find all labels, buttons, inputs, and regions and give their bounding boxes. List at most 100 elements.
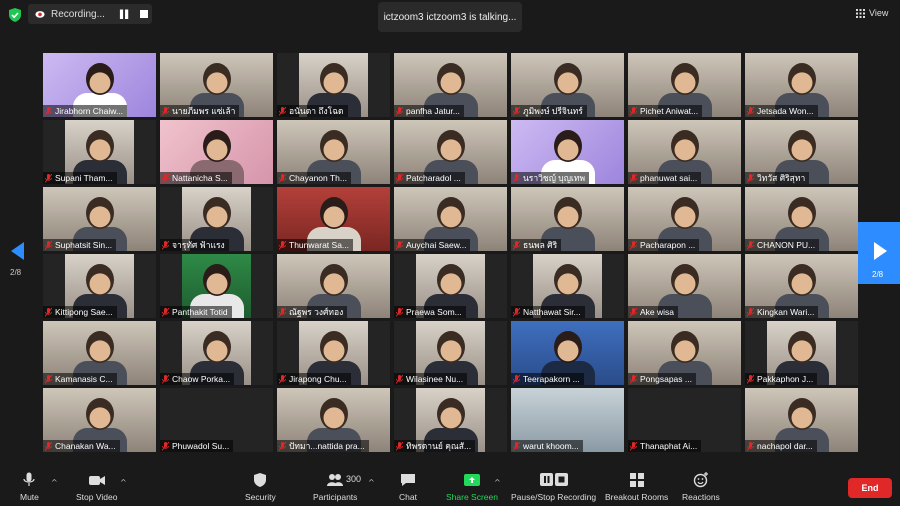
- participant-tile[interactable]: วิทวัส ศิริสุทา: [745, 120, 858, 184]
- pause-stop-recording-button[interactable]: Pause/Stop Recording: [511, 472, 596, 502]
- participant-silhouette-head: [320, 398, 348, 430]
- stop-recording-icon[interactable]: [140, 10, 148, 18]
- participant-silhouette-head: [320, 130, 348, 162]
- participants-count: 300: [346, 474, 362, 484]
- arrow-left-icon: [11, 242, 24, 260]
- participant-tile[interactable]: Panthakit Totid: [160, 254, 273, 318]
- participant-tile[interactable]: Wilasinee Nu...: [394, 321, 507, 385]
- participant-name-tag: อนันดา ถึงโฉด: [277, 105, 348, 117]
- participant-tile[interactable]: Chanakan Wa...: [43, 388, 156, 452]
- participant-name-tag: Pongsapas ...: [628, 373, 696, 385]
- participant-tile[interactable]: ภูมิพงษ์ ปรีจินทร์: [511, 53, 624, 117]
- participant-tile[interactable]: Thunwarat Sa...: [277, 187, 390, 251]
- participant-silhouette-head: [671, 130, 699, 162]
- chat-bubble-icon: [400, 474, 415, 486]
- participant-tile[interactable]: อนันดา ถึงโฉด: [277, 53, 390, 117]
- participant-tile[interactable]: Ake wisa: [628, 254, 741, 318]
- stop-video-button[interactable]: Stop Video: [76, 472, 117, 502]
- muted-mic-icon: [396, 307, 403, 317]
- participant-name: ณัฐพร วงศ์ทอง: [289, 307, 344, 317]
- participant-tile[interactable]: Kittipong Sae...: [43, 254, 156, 318]
- participant-tile[interactable]: Praewa Som...: [394, 254, 507, 318]
- share-screen-button[interactable]: Share Screen: [446, 472, 498, 502]
- muted-mic-icon: [630, 374, 637, 384]
- participant-tile[interactable]: Jirapong Chu...: [277, 321, 390, 385]
- participant-name: Kamanasis C...: [55, 374, 113, 384]
- participant-name: Chaow Porka...: [172, 374, 231, 384]
- participant-tile[interactable]: Thanaphat Ai...: [628, 388, 741, 452]
- participant-tile[interactable]: Chayanon Th...: [277, 120, 390, 184]
- participant-tile[interactable]: Teerapakorn ...: [511, 321, 624, 385]
- chat-button[interactable]: Chat: [399, 472, 417, 502]
- shield-check-icon[interactable]: [8, 8, 22, 22]
- muted-mic-icon: [45, 307, 52, 317]
- participant-tile[interactable]: ณัฐพร วงศ์ทอง: [277, 254, 390, 318]
- participant-tile[interactable]: Jetsada Won...: [745, 53, 858, 117]
- participant-tile[interactable]: warut khoom...: [511, 388, 624, 452]
- participant-tile[interactable]: Auychai Saew...: [394, 187, 507, 251]
- participant-name-tag: warut khoom...: [511, 440, 583, 452]
- participant-tile[interactable]: Natthawat Sir...: [511, 254, 624, 318]
- participant-name: Auychai Saew...: [406, 240, 467, 250]
- share-options-caret-icon[interactable]: ^: [494, 478, 501, 487]
- participant-name-tag: ภูมิพงษ์ ปรีจินทร์: [511, 105, 587, 117]
- participant-tile[interactable]: Jirabhorn Chaiw...: [43, 53, 156, 117]
- muted-mic-icon: [513, 307, 520, 317]
- breakout-rooms-button[interactable]: Breakout Rooms: [605, 472, 668, 502]
- participant-tile[interactable]: Supani Tham...: [43, 120, 156, 184]
- page-indicator-left: 2/8: [10, 268, 22, 277]
- participant-tile[interactable]: ปัทมา...nattida pra...: [277, 388, 390, 452]
- participant-tile[interactable]: Suphatsit Sin...: [43, 187, 156, 251]
- participant-tile[interactable]: นายภีมพร แซ่เล้า: [160, 53, 273, 117]
- participant-tile[interactable]: Pongsapas ...: [628, 321, 741, 385]
- participant-tile[interactable]: จารุทัศ ฟ้าแรง: [160, 187, 273, 251]
- participant-silhouette-head: [437, 63, 465, 95]
- participant-tile[interactable]: นราวิชญ์ บุญเทพ: [511, 120, 624, 184]
- participant-name-tag: Ake wisa: [628, 306, 679, 318]
- muted-mic-icon: [162, 173, 169, 183]
- view-button[interactable]: View: [856, 8, 888, 18]
- participant-tile[interactable]: Kingkan Wari...: [745, 254, 858, 318]
- mute-button[interactable]: Mute: [20, 472, 39, 502]
- participant-silhouette-head: [437, 264, 465, 296]
- participant-silhouette-head: [437, 130, 465, 162]
- pause-recording-icon[interactable]: ▌▌: [120, 10, 131, 19]
- participant-silhouette-head: [203, 63, 231, 95]
- participant-tile[interactable]: Chaow Porka...: [160, 321, 273, 385]
- muted-mic-icon: [396, 441, 403, 451]
- share-screen-label: Share Screen: [446, 492, 498, 502]
- security-button[interactable]: Security: [245, 472, 276, 502]
- participant-tile[interactable]: CHANON PU...: [745, 187, 858, 251]
- video-options-caret-icon[interactable]: ^: [120, 478, 127, 487]
- participant-tile[interactable]: Kamanasis C...: [43, 321, 156, 385]
- participant-tile[interactable]: Patcharadol ...: [394, 120, 507, 184]
- stop-video-label: Stop Video: [76, 492, 118, 502]
- participant-tile[interactable]: ธนพล ศิริ: [511, 187, 624, 251]
- reactions-button[interactable]: Reactions: [682, 472, 720, 502]
- pause-stop-icon: [539, 473, 568, 486]
- mute-options-caret-icon[interactable]: ^: [51, 478, 58, 487]
- muted-mic-icon: [396, 374, 403, 384]
- participant-tile[interactable]: Pichet Aniwat...: [628, 53, 741, 117]
- participant-tile[interactable]: Pacharapon ...: [628, 187, 741, 251]
- participant-name: ปัทมา...nattida pra...: [289, 441, 365, 451]
- participant-tile[interactable]: ทิพรดานย์ คุณสั...: [394, 388, 507, 452]
- participants-options-caret-icon[interactable]: ^: [368, 478, 375, 487]
- participant-tile[interactable]: nachapol dar...: [745, 388, 858, 452]
- participant-silhouette-head: [203, 197, 231, 229]
- participant-name-tag: Jetsada Won...: [745, 105, 818, 117]
- participant-name: Pongsapas ...: [640, 374, 692, 384]
- participant-tile[interactable]: Nattanicha S...: [160, 120, 273, 184]
- muted-mic-icon: [396, 173, 403, 183]
- participant-name-tag: Phuwadol Su...: [160, 440, 234, 452]
- participant-tile[interactable]: Pakkaphon J...: [745, 321, 858, 385]
- participant-tile[interactable]: Phuwadol Su...: [160, 388, 273, 452]
- end-meeting-button[interactable]: End: [848, 478, 892, 498]
- participant-tile[interactable]: panfha Jatur...: [394, 53, 507, 117]
- muted-mic-icon: [45, 374, 52, 384]
- participant-tile[interactable]: phanuwat sai...: [628, 120, 741, 184]
- participant-name: Nattanicha S...: [172, 173, 228, 183]
- participant-name-tag: Suphatsit Sin...: [43, 239, 117, 251]
- next-page-button[interactable]: 2/8: [858, 222, 900, 284]
- previous-page-button[interactable]: 2/8: [8, 220, 30, 282]
